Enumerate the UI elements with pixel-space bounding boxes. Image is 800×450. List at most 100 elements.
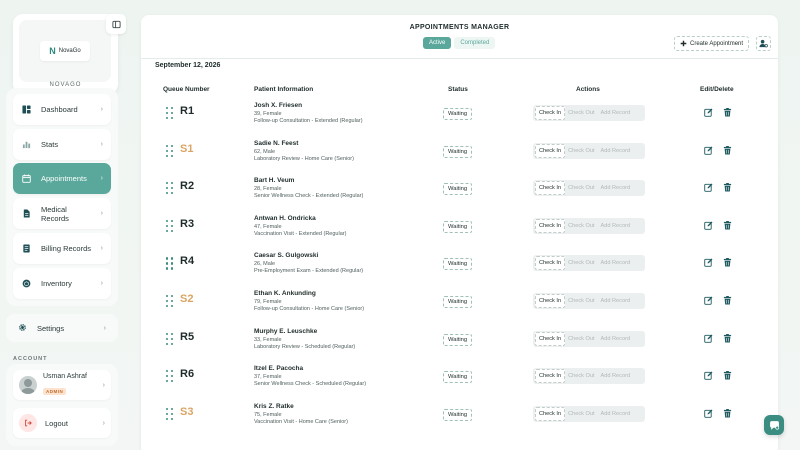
edit-icon[interactable] xyxy=(704,183,713,192)
appointments-panel: APPOINTMENTS MANAGER Active Completed Cr… xyxy=(141,15,778,450)
logo: N NovaGo xyxy=(40,41,90,61)
queue-number: R1 xyxy=(180,105,195,117)
delete-icon[interactable] xyxy=(723,408,732,418)
add-record-button[interactable]: Add Record xyxy=(598,333,634,345)
tab-completed[interactable]: Completed xyxy=(454,37,496,49)
sidebar-item-dashboard[interactable]: Dashboard › xyxy=(13,94,111,125)
drag-handle-icon[interactable] xyxy=(166,295,173,308)
check-in-button[interactable]: Check In xyxy=(535,181,566,196)
check-out-button[interactable]: Check Out xyxy=(565,220,597,232)
add-record-button[interactable]: Add Record xyxy=(598,220,634,232)
check-in-button[interactable]: Check In xyxy=(535,256,566,271)
check-in-button[interactable]: Check In xyxy=(535,294,566,308)
chat-icon xyxy=(769,420,779,430)
check-in-button[interactable]: Check In xyxy=(535,218,566,233)
delete-icon[interactable] xyxy=(723,145,732,155)
check-in-button[interactable]: Check In xyxy=(535,106,566,120)
add-record-button[interactable]: Add Record xyxy=(598,295,634,307)
add-record-button[interactable]: Add Record xyxy=(598,370,634,382)
check-out-button[interactable]: Check Out xyxy=(565,295,597,307)
table-row: R2 Bart H. Veum 28, Female Senior Wellne… xyxy=(141,172,778,210)
drag-handle-icon[interactable] xyxy=(166,107,173,120)
status-badge: Waiting xyxy=(443,145,473,158)
edit-icon[interactable] xyxy=(704,108,713,117)
logout-button[interactable]: Logout › xyxy=(13,408,111,438)
plus-icon xyxy=(680,40,687,47)
add-record-button[interactable]: Add Record xyxy=(598,145,634,157)
drag-handle-icon[interactable] xyxy=(166,257,173,270)
tab-active[interactable]: Active xyxy=(423,37,452,49)
edit-icon[interactable] xyxy=(704,146,713,155)
user-profile-card[interactable]: Usman Ashraf ADMIN › xyxy=(13,370,111,400)
delete-icon[interactable] xyxy=(723,183,732,192)
delete-icon[interactable] xyxy=(723,371,732,380)
delete-icon[interactable] xyxy=(723,258,732,267)
sidebar-item-stats[interactable]: Stats › xyxy=(13,129,111,160)
chevron-right-icon: › xyxy=(100,141,103,148)
edit-icon[interactable] xyxy=(704,334,713,343)
check-out-button[interactable]: Check Out xyxy=(565,257,597,269)
check-in-button[interactable]: Check In xyxy=(535,406,566,421)
check-out-button[interactable]: Check Out xyxy=(565,370,597,382)
add-record-button[interactable]: Add Record xyxy=(598,408,634,420)
sidebar-item-settings[interactable]: Settings › xyxy=(6,314,118,342)
drag-handle-icon[interactable] xyxy=(166,182,173,195)
drag-handle-icon[interactable] xyxy=(166,407,173,421)
check-out-button[interactable]: Check Out xyxy=(565,145,597,157)
sidebar-item-medical-records[interactable]: Medical Records › xyxy=(13,198,111,229)
delete-icon[interactable] xyxy=(723,108,732,117)
status-badge: Waiting xyxy=(443,371,473,384)
logo-area: N NovaGo xyxy=(19,20,111,82)
chevron-right-icon: › xyxy=(100,210,103,217)
table-row: R3 Antwan H. Ondricka 47, Female Vaccina… xyxy=(141,210,778,248)
user-settings-button[interactable] xyxy=(756,36,771,51)
patient-name: Ethan K. Ankunding xyxy=(254,290,316,297)
column-header-status: Status xyxy=(448,86,468,93)
chat-button[interactable] xyxy=(764,415,784,435)
drag-handle-icon[interactable] xyxy=(166,144,173,158)
drag-handle-icon[interactable] xyxy=(166,219,173,233)
sidebar-item-label: Stats xyxy=(41,140,59,149)
create-appointment-button[interactable]: Create Appointment xyxy=(674,36,750,51)
check-in-button[interactable]: Check In xyxy=(535,369,566,384)
check-out-button[interactable]: Check Out xyxy=(565,107,597,119)
label-line-2: Records xyxy=(41,213,69,223)
edit-icon[interactable] xyxy=(704,221,713,230)
queue-number: S1 xyxy=(180,142,194,155)
calendar-icon xyxy=(21,174,31,184)
account-section-label: ACCOUNT xyxy=(13,356,48,362)
queue-number: S3 xyxy=(180,405,194,418)
edit-icon[interactable] xyxy=(704,371,713,380)
add-record-button[interactable]: Add Record xyxy=(598,182,634,194)
collapse-sidebar-button[interactable] xyxy=(106,14,126,34)
check-out-button[interactable]: Check Out xyxy=(565,408,597,420)
edit-icon[interactable] xyxy=(704,409,713,418)
delete-icon[interactable] xyxy=(723,220,732,230)
check-out-button[interactable]: Check Out xyxy=(565,182,597,194)
dashboard-icon xyxy=(21,105,31,115)
table-row: S1 Sadie N. Feest 62, Male Laboratory Re… xyxy=(141,135,778,173)
check-out-button[interactable]: Check Out xyxy=(565,333,597,345)
delete-icon[interactable] xyxy=(723,333,732,343)
drag-handle-icon[interactable] xyxy=(166,370,173,383)
sidebar-item-label: Dashboard xyxy=(41,105,78,114)
drag-handle-icon[interactable] xyxy=(166,332,173,346)
visit-type: Laboratory Review - Home Care (Senior) xyxy=(254,155,354,162)
table-row: S2 Ethan K. Ankunding 79, Female Follow-… xyxy=(141,285,778,323)
queue-number: R3 xyxy=(180,217,195,230)
sidebar-item-billing-records[interactable]: Billing Records › xyxy=(13,233,111,264)
user-gear-icon xyxy=(759,39,768,48)
sidebar-item-appointments[interactable]: Appointments › xyxy=(13,163,111,194)
logo-text: NovaGo xyxy=(58,48,81,54)
sidebar-item-inventory[interactable]: Inventory › xyxy=(13,268,111,299)
check-in-button[interactable]: Check In xyxy=(535,143,566,158)
visit-type: Follow-up Consultation - Home Care (Seni… xyxy=(254,306,365,312)
table-row: R1 Josh X. Friesen 39, Female Follow-up … xyxy=(141,97,778,135)
check-in-button[interactable]: Check In xyxy=(535,331,566,346)
add-record-button[interactable]: Add Record xyxy=(598,257,634,269)
delete-icon[interactable] xyxy=(723,296,732,305)
add-record-button[interactable]: Add Record xyxy=(598,107,634,119)
chevron-right-icon: › xyxy=(102,419,105,427)
edit-icon[interactable] xyxy=(704,296,713,305)
edit-icon[interactable] xyxy=(704,258,713,268)
